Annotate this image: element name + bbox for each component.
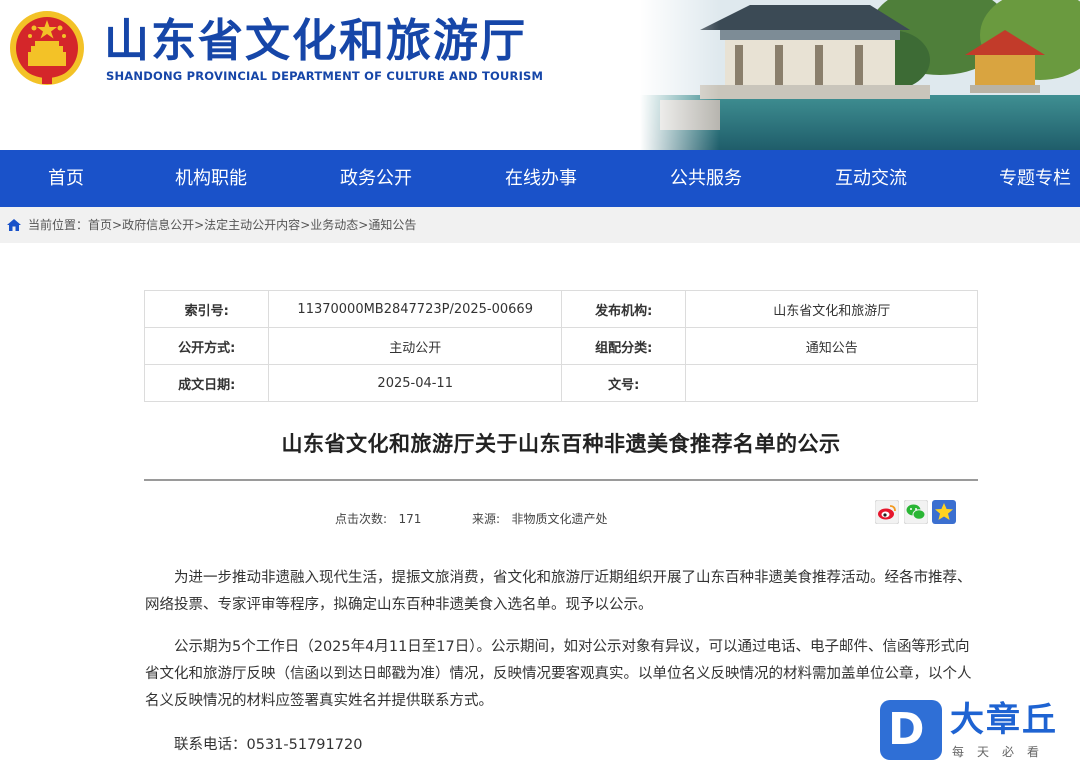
article-title: 山东省文化和旅游厅关于山东百种非遗美食推荐名单的公示 bbox=[281, 432, 841, 456]
nav-item-home[interactable]: 首页 bbox=[48, 150, 84, 207]
watermark-logo: D 大章丘 每天必看 bbox=[880, 700, 1080, 765]
nav-item-functions[interactable]: 机构职能 bbox=[175, 150, 247, 207]
nav-item-interaction[interactable]: 互动交流 bbox=[835, 150, 907, 207]
source-value: 非物质文化遗产处 bbox=[511, 512, 608, 526]
breadcrumb-separator: > bbox=[194, 218, 205, 232]
title-divider bbox=[144, 479, 978, 481]
nav-item-public-services[interactable]: 公共服务 bbox=[670, 150, 742, 207]
table-row: 公开方式: 主动公开 组配分类: 通知公告 bbox=[143, 327, 978, 365]
views-label: 点击次数: bbox=[335, 512, 388, 526]
contact-phone: 联系电话：0531-51791720 bbox=[174, 737, 363, 753]
nav-item-online-services[interactable]: 在线办事 bbox=[505, 150, 577, 207]
site-title-en: SHANDONG PROVINCIAL DEPARTMENT OF CULTUR… bbox=[106, 69, 544, 83]
breadcrumb-item-notices[interactable]: 通知公告 bbox=[368, 218, 416, 232]
watermark-letter: D bbox=[888, 704, 925, 755]
main-nav: 首页 机构职能 政务公开 在线办事 公共服务 互动交流 专题专栏 bbox=[0, 150, 1080, 207]
publisher-label: 发布机构: bbox=[560, 290, 687, 328]
category-value: 通知公告 bbox=[685, 327, 978, 365]
article-paragraph: 公示期为5个工作日（2025年4月11日至17日）。公示期间，如对公示对象有异议… bbox=[145, 639, 972, 709]
favorite-star-icon[interactable] bbox=[932, 500, 956, 524]
banner-photo-pavilion bbox=[640, 0, 1080, 150]
watermark-slogan: 每天必看 bbox=[952, 745, 1053, 759]
method-value: 主动公开 bbox=[268, 327, 562, 365]
nav-item-government-affairs[interactable]: 政务公开 bbox=[340, 150, 412, 207]
breadcrumb-separator: > bbox=[112, 218, 123, 232]
breadcrumb-item-business[interactable]: 业务动态 bbox=[310, 218, 358, 232]
home-icon bbox=[7, 219, 21, 231]
publisher-value: 山东省文化和旅游厅 bbox=[685, 290, 978, 328]
weibo-icon[interactable] bbox=[875, 500, 899, 524]
source-label: 来源: bbox=[472, 512, 501, 526]
breadcrumb-item-gov-info[interactable]: 政府信息公开 bbox=[122, 218, 194, 232]
breadcrumb-separator: > bbox=[300, 218, 311, 232]
breadcrumb-separator: > bbox=[358, 218, 369, 232]
table-row: 成文日期: 2025-04-11 文号: bbox=[143, 364, 978, 402]
document-info-table: 索引号: 11370000MB2847723P/2025-00669 发布机构:… bbox=[143, 290, 978, 402]
docno-value bbox=[685, 364, 978, 402]
nav-item-special-topics[interactable]: 专题专栏 bbox=[999, 150, 1071, 207]
date-value: 2025-04-11 bbox=[268, 364, 562, 402]
breadcrumb: 当前位置：首页>政府信息公开>法定主动公开内容>业务动态>通知公告 bbox=[0, 207, 1080, 243]
method-label: 公开方式: bbox=[143, 327, 270, 365]
watermark-badge: D bbox=[880, 700, 942, 760]
site-title-cn: 山东省文化和旅游厅 bbox=[104, 14, 528, 67]
watermark-name: 大章丘 bbox=[950, 700, 1058, 740]
views-value: 171 bbox=[398, 512, 422, 526]
docno-label: 文号: bbox=[560, 364, 687, 402]
national-emblem-icon bbox=[10, 11, 84, 85]
breadcrumb-trail: 当前位置：首页>政府信息公开>法定主动公开内容>业务动态>通知公告 bbox=[28, 207, 416, 243]
breadcrumb-item-home[interactable]: 首页 bbox=[88, 218, 112, 232]
views-count: 点击次数: 171 bbox=[335, 510, 421, 527]
breadcrumb-item-statutory[interactable]: 法定主动公开内容 bbox=[204, 218, 300, 232]
index-value: 11370000MB2847723P/2025-00669 bbox=[268, 290, 562, 328]
article-source: 来源: 非物质文化遗产处 bbox=[472, 510, 608, 527]
wechat-icon[interactable] bbox=[904, 500, 928, 524]
table-row: 索引号: 11370000MB2847723P/2025-00669 发布机构:… bbox=[143, 290, 978, 328]
category-label: 组配分类: bbox=[560, 327, 687, 365]
site-header: 山东省文化和旅游厅 SHANDONG PROVINCIAL DEPARTMENT… bbox=[0, 0, 1080, 150]
breadcrumb-prefix: 当前位置： bbox=[28, 218, 89, 232]
article-paragraph: 为进一步推动非遗融入现代生活，提振文旅消费，省文化和旅游厅近期组织开展了山东百种… bbox=[145, 570, 972, 613]
index-label: 索引号: bbox=[143, 290, 270, 328]
date-label: 成文日期: bbox=[143, 364, 270, 402]
